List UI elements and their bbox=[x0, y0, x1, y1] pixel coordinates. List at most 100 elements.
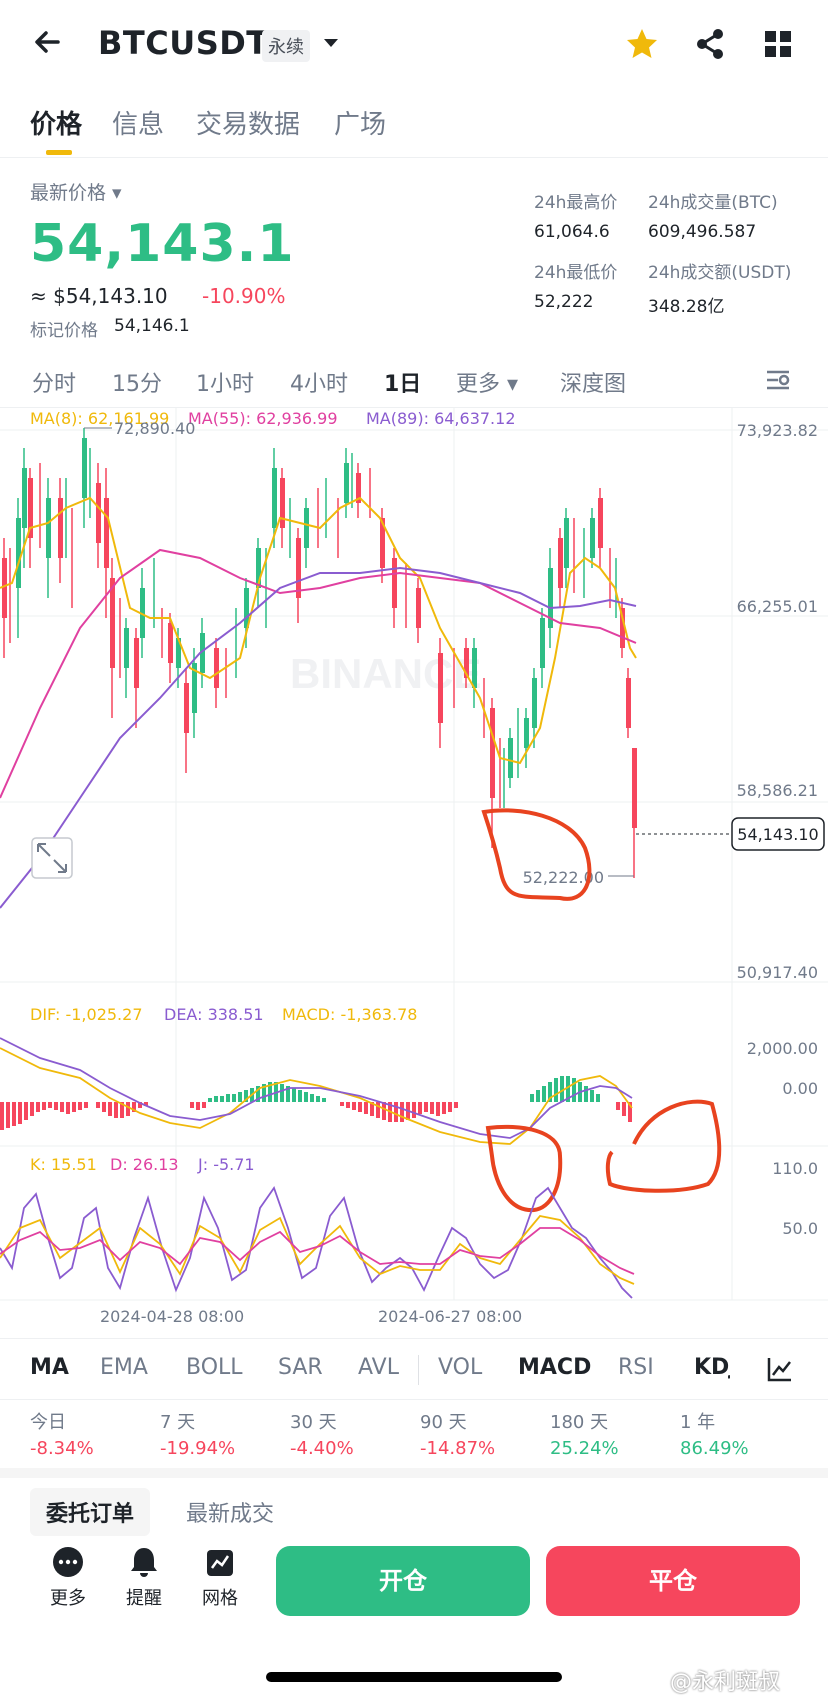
x-date-1: 2024-04-28 08:00 bbox=[100, 1307, 244, 1326]
mark-price-label: 标记价格 bbox=[30, 321, 98, 341]
expand-chart-icon[interactable] bbox=[31, 837, 73, 879]
interval-4h[interactable]: 4小时 bbox=[290, 366, 348, 398]
perf-value: 86.49% bbox=[680, 1438, 749, 1459]
annotation-circle-macd-left bbox=[485, 1124, 563, 1213]
bell-icon bbox=[131, 1548, 157, 1577]
tab-trading-data[interactable]: 交易数据 bbox=[196, 104, 300, 141]
top-bar: BTCUSDT 永续 bbox=[0, 0, 828, 86]
interval-1h[interactable]: 1小时 bbox=[196, 366, 254, 398]
section-divider bbox=[0, 1468, 828, 1478]
kdj-k-legend: K: 15.51 bbox=[30, 1155, 97, 1174]
macd-dea-legend: DEA: 338.51 bbox=[164, 1005, 264, 1024]
image-watermark: @永利斑叔 bbox=[670, 1670, 781, 1695]
indicator-divider bbox=[418, 1355, 419, 1385]
perf-value: -8.34% bbox=[30, 1438, 94, 1459]
x-date-2: 2024-06-27 08:00 bbox=[378, 1307, 522, 1326]
interval-time[interactable]: 分时 bbox=[32, 366, 76, 398]
chevron-down-icon[interactable] bbox=[320, 32, 342, 54]
pair-title[interactable]: BTCUSDT bbox=[98, 24, 269, 62]
interval-1d[interactable]: 1日 bbox=[384, 366, 421, 398]
perf-value: -19.94% bbox=[160, 1438, 236, 1459]
main-tabs: 价格 信息 交易数据 广场 bbox=[0, 92, 828, 158]
ma55-legend: MA(55): 62,936.99 bbox=[188, 409, 338, 428]
indicator-boll[interactable]: BOLL bbox=[186, 1355, 243, 1380]
24h-high-value: 61,064.6 bbox=[534, 222, 610, 242]
ma89-legend: MA(89): 64,637.12 bbox=[366, 409, 516, 428]
last-price-tag-label: 54,143.10 bbox=[737, 825, 818, 844]
more-dots-icon bbox=[53, 1547, 83, 1577]
mark-price-value: 54,146.1 bbox=[114, 316, 190, 336]
24h-stats: 24h最高价 24h成交量(BTC) 61,064.6 609,496.587 … bbox=[534, 188, 824, 320]
grid-trading-button[interactable]: 网格 bbox=[190, 1544, 250, 1610]
24h-volume-btc-value: 609,496.587 bbox=[648, 222, 757, 242]
back-arrow-icon[interactable] bbox=[28, 22, 68, 62]
macd-value-legend: MACD: -1,363.78 bbox=[282, 1005, 417, 1024]
alert-button[interactable]: 提醒 bbox=[114, 1544, 174, 1610]
indicator-settings-icon[interactable] bbox=[766, 1355, 794, 1383]
more-button[interactable]: 更多 bbox=[38, 1544, 98, 1610]
kdj-tick-1: 110.0 bbox=[772, 1159, 818, 1178]
last-price: 54,143.1 bbox=[30, 214, 295, 274]
more-label: 更多 bbox=[50, 1588, 86, 1609]
share-icon[interactable] bbox=[690, 24, 730, 64]
indicator-tabs: MA EMA BOLL SAR AVL VOL MACD RSI KDJ bbox=[0, 1338, 828, 1400]
bottom-action-bar: 更多 提醒 网格 开仓 平仓 bbox=[0, 1536, 828, 1626]
macd-dif-legend: DIF: -1,025.27 bbox=[30, 1005, 143, 1024]
interval-15m[interactable]: 15分 bbox=[112, 366, 162, 398]
interval-more[interactable]: 更多 ▾ bbox=[456, 366, 518, 398]
close-position-button[interactable]: 平仓 bbox=[546, 1546, 800, 1616]
interval-depth[interactable]: 深度图 bbox=[560, 366, 626, 398]
indicator-vol[interactable]: VOL bbox=[438, 1355, 482, 1380]
y-tick-3: 58,586.21 bbox=[737, 781, 818, 800]
star-icon[interactable] bbox=[622, 24, 662, 64]
open-position-button[interactable]: 开仓 bbox=[276, 1546, 530, 1616]
macd-tick-2: 0.00 bbox=[782, 1079, 818, 1098]
indicator-sar[interactable]: SAR bbox=[278, 1355, 323, 1380]
tab-latest-trades[interactable]: 最新成交 bbox=[170, 1488, 290, 1536]
perf-label: 30 天 bbox=[290, 1412, 337, 1433]
perf-value: 25.24% bbox=[550, 1438, 619, 1459]
kdj-k-line bbox=[0, 1215, 635, 1285]
orders-tabs: 委托订单 最新成交 bbox=[0, 1486, 828, 1536]
kline-chart[interactable]: BINANCE MA(8): 62,161.99 MA(55): 62,936.… bbox=[0, 408, 828, 1336]
indicator-ma[interactable]: MA bbox=[30, 1355, 69, 1380]
alert-label: 提醒 bbox=[126, 1588, 162, 1609]
kdj-j-legend: J: -5.71 bbox=[197, 1155, 255, 1174]
chart-settings-icon[interactable] bbox=[764, 366, 792, 394]
kdj-tick-2: 50.0 bbox=[782, 1219, 818, 1238]
perf-label: 1 年 bbox=[680, 1412, 716, 1433]
high-marker: 72,890.40 bbox=[114, 419, 195, 438]
indicator-rsi[interactable]: RSI bbox=[618, 1355, 654, 1380]
indicator-macd[interactable]: MACD bbox=[518, 1355, 591, 1380]
perf-label: 180 天 bbox=[550, 1412, 609, 1433]
indicator-kdj[interactable]: KDJ bbox=[694, 1355, 730, 1380]
price-summary: 最新价格 ▾ 54,143.1 ≈ $54,143.10 -10.90% 标记价… bbox=[30, 174, 510, 344]
contract-type-badge: 永续 bbox=[262, 30, 310, 62]
tab-square[interactable]: 广场 bbox=[334, 104, 386, 141]
home-indicator[interactable] bbox=[266, 1672, 562, 1682]
grid-bot-icon bbox=[207, 1550, 233, 1576]
indicator-ema[interactable]: EMA bbox=[100, 1355, 148, 1380]
indicator-avl[interactable]: AVL bbox=[358, 1355, 399, 1380]
perf-label: 今日 bbox=[30, 1412, 66, 1433]
y-tick-1: 73,923.82 bbox=[737, 421, 818, 440]
perf-label: 7 天 bbox=[160, 1412, 196, 1433]
price-change-percent: -10.90% bbox=[202, 284, 286, 308]
tab-info[interactable]: 信息 bbox=[112, 104, 164, 141]
tab-open-orders[interactable]: 委托订单 bbox=[30, 1488, 151, 1536]
24h-low-label: 24h最低价 bbox=[534, 263, 618, 283]
interval-selector: 分时 15分 1小时 4小时 1日 更多 ▾ 深度图 bbox=[0, 352, 828, 408]
perf-label: 90 天 bbox=[420, 1412, 467, 1433]
perf-value: -14.87% bbox=[420, 1438, 496, 1459]
latest-price-label[interactable]: 最新价格 ▾ bbox=[30, 178, 122, 205]
perf-value: -4.40% bbox=[290, 1438, 354, 1459]
24h-low-value: 52,222 bbox=[534, 292, 594, 312]
24h-high-label: 24h最高价 bbox=[534, 193, 618, 213]
y-tick-2: 66,255.01 bbox=[737, 597, 818, 616]
24h-volume-usdt-value: 348.28亿 bbox=[648, 297, 725, 317]
low-marker: 52,222.00 bbox=[523, 868, 604, 887]
grid-menu-icon[interactable] bbox=[758, 24, 798, 64]
performance-stats: 今日 -8.34% 7 天 -19.94% 30 天 -4.40% 90 天 -… bbox=[0, 1404, 828, 1470]
grid-label: 网格 bbox=[202, 1588, 238, 1609]
tab-price[interactable]: 价格 bbox=[30, 104, 82, 141]
